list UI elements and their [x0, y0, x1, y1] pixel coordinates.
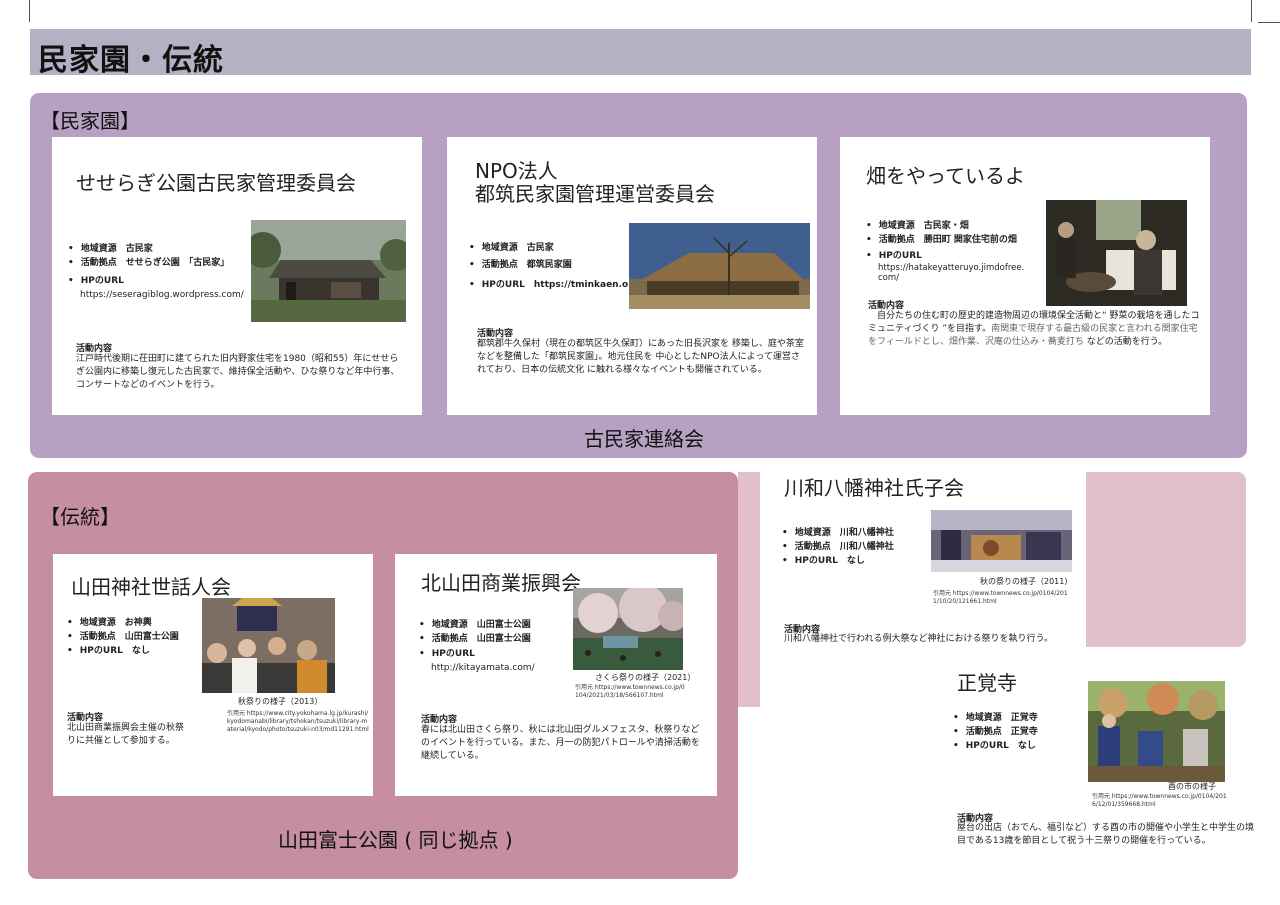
card-title: 山田神社世話人会	[71, 575, 231, 599]
photo-caption: 秋の祭りの様子（2011）	[980, 577, 1073, 586]
bullet-list: 地域資源 古民家 活動拠点 せせらぎ公園 「古民家」 HPのURLhttps:/…	[68, 242, 244, 302]
bullet-list: 地域資源 川和八幡神社 活動拠点 川和八幡神社 HPのURL なし	[782, 526, 894, 568]
hp-link[interactable]: https://hatakeyatteruyo.jimdofree.com/	[866, 263, 1028, 283]
photo-caption: さくら祭りの様子（2021）	[595, 673, 696, 682]
minkaen-label: 【民家園】	[40, 109, 140, 133]
bullet-item: 地域資源 山田富士公園	[419, 618, 535, 632]
bullet-list: 地域資源 古民家・畑 活動拠点 勝田町 関家住宅前の畑 HPのURLhttps:…	[866, 219, 1028, 283]
activity-text: 都筑郡牛久保村（現在の都筑区牛久保町）にあった旧長沢家を 移築し、庭や茶室などを…	[477, 339, 804, 375]
activity-text: 北山田商業振興会主催の秋祭りに共催として参加する。	[67, 723, 185, 746]
crop-mark	[1251, 0, 1252, 22]
tradition-extension-block	[1086, 472, 1246, 647]
activity-text: 春には北山田さくら祭り、秋には北山田グルメフェスタ、秋祭りなどのイベントを行って…	[421, 725, 700, 761]
bullet-item: 活動拠点 山田富士公園	[67, 630, 179, 644]
card-title: 北山田商業振興会	[421, 571, 581, 595]
card-kitayamata: 北山田商業振興会 地域資源 山田富士公園 活動拠点 山田富士公園 HPのURLh…	[395, 554, 717, 796]
card-seseragi: せせらぎ公園古民家管理委員会 地域資源 古民家 活動拠点 せせらぎ公園 「古民家…	[52, 137, 422, 415]
kawawa-festival-photo	[931, 510, 1072, 572]
bullet-item: 地域資源 古民家	[469, 241, 642, 255]
source-reference: 引用元 https://www.city.yokohama.lg.jp/kura…	[227, 710, 369, 733]
crop-mark	[1258, 22, 1280, 23]
card-title: 畑をやっているよ	[866, 164, 1025, 188]
sakura-photo	[573, 588, 683, 670]
bullet-item: 地域資源 古民家	[68, 242, 244, 256]
omikoshi-photo	[202, 598, 335, 693]
bullet-item: HPのURLhttps://seseragiblog.wordpress.com…	[68, 274, 244, 302]
card-title: 都筑民家園管理運営委員会	[475, 182, 715, 206]
activity-text: 江戸時代後期に茌田町に建てられた旧内野家住宅を1980（昭和55）年にせせらぎ公…	[76, 354, 400, 390]
activity-text: 自分たちの住む町の歴史的建造物周辺の環境保全活動と“ 野菜の栽培を通したコミュニ…	[868, 311, 1200, 347]
farm-photo	[1046, 200, 1187, 306]
bullet-list: 地域資源 山田富士公園 活動拠点 山田富士公園 HPのURLhttp://kit…	[419, 618, 535, 675]
bullet-list: 地域資源 お神輿 活動拠点 山田富士公園 HPのURL なし	[67, 616, 179, 658]
bullet-item: HPのURL https://tminkaen.org/	[469, 278, 643, 292]
bullet-list: 地域資源 正覚寺 活動拠点 正覚寺 HPのURL なし	[953, 711, 1038, 753]
minkaen-footer: 古民家連絡会	[584, 427, 704, 451]
source-reference: 引用元 https://www.townnews.co.jp/0104/2011…	[933, 590, 1068, 605]
card-tsuzuki-minkaen: NPO法人 都筑民家園管理運営委員会 地域資源 古民家 活動拠点 都筑民家園 H…	[447, 137, 817, 415]
minkaen-section: 【民家園】 せせらぎ公園古民家管理委員会 地域資源 古民家 活動拠点 せせらぎ公…	[30, 93, 1247, 458]
bullet-item: HPのURL なし	[67, 644, 179, 658]
kominka-photo	[251, 220, 406, 322]
bullet-item: 活動拠点 都筑民家園	[469, 258, 642, 272]
crop-mark	[29, 0, 30, 22]
card-yamada-jinja: 山田神社世話人会 地域資源 お神輿 活動拠点 山田富士公園 HPのURL なし …	[53, 554, 373, 796]
title-bar: 民家園・伝統	[30, 29, 1251, 78]
minkaen-photo	[629, 223, 810, 309]
card-hatake: 畑をやっているよ 地域資源 古民家・畑 活動拠点 勝田町 関家住宅前の畑 HPの…	[840, 137, 1210, 415]
activity-text: 川和八幡神社で行われる例大祭など神社における祭りを執り行う。	[784, 634, 1054, 644]
card-title: 正覚寺	[957, 671, 1017, 695]
bullet-item: 活動拠点 川和八幡神社	[782, 540, 894, 554]
bullet-item: 地域資源 川和八幡神社	[782, 526, 894, 540]
card-title: 川和八幡神社氏子会	[784, 476, 964, 500]
bullet-item: HPのURL なし	[782, 554, 894, 568]
page-title: 民家園・伝統	[38, 43, 224, 78]
bullet-item: 地域資源 古民家・畑	[866, 219, 1028, 233]
dento-section: 【伝統】 山田神社世話人会 地域資源 お神輿 活動拠点 山田富士公園 HPのUR…	[28, 472, 738, 879]
card-shogakuji: 正覚寺 地域資源 正覚寺 活動拠点 正覚寺 HPのURL なし 酉の市の様子 引…	[931, 647, 1280, 879]
bullet-item: 地域資源 正覚寺	[953, 711, 1038, 725]
dento-label: 【伝統】	[40, 505, 120, 529]
source-reference: 引用元 https://www.townnews.co.jp/0104/2021…	[575, 684, 685, 699]
bullet-item: HPのURLhttp://kitayamata.com/	[419, 647, 535, 675]
bullet-item: 活動拠点 勝田町 関家住宅前の畑	[866, 233, 1028, 247]
source-reference: 引用元 https://www.townnews.co.jp/0104/2016…	[1092, 793, 1227, 808]
bullet-item: HPのURLhttps://hatakeyatteruyo.jimdofree.…	[866, 249, 1028, 283]
activity-text: 屋台の出店（おでん、福引など）する酉の市の開催や小学生と中学生の境目である13歳…	[957, 823, 1255, 846]
bullet-item: 地域資源 お神輿	[67, 616, 179, 630]
bullet-item: HPのURL なし	[953, 739, 1038, 753]
torinoichi-photo	[1088, 681, 1225, 782]
photo-caption: 秋祭りの様子（2013）	[238, 697, 323, 706]
hp-link[interactable]: http://kitayamata.com/	[419, 661, 535, 675]
bullet-list: 地域資源 古民家 活動拠点 都筑民家園 HPのURL https://tmink…	[469, 241, 643, 292]
dento-footer: 山田富士公園 ( 同じ拠点 )	[278, 828, 513, 852]
card-title: せせらぎ公園古民家管理委員会	[76, 171, 356, 195]
bullet-item: 活動拠点 正覚寺	[953, 725, 1038, 739]
photo-caption: 酉の市の様子	[1168, 782, 1216, 791]
hp-link[interactable]: https://seseragiblog.wordpress.com/	[68, 288, 244, 302]
bullet-item: 活動拠点 山田富士公園	[419, 632, 535, 646]
bullet-item: 活動拠点 せせらぎ公園 「古民家」	[68, 256, 244, 270]
